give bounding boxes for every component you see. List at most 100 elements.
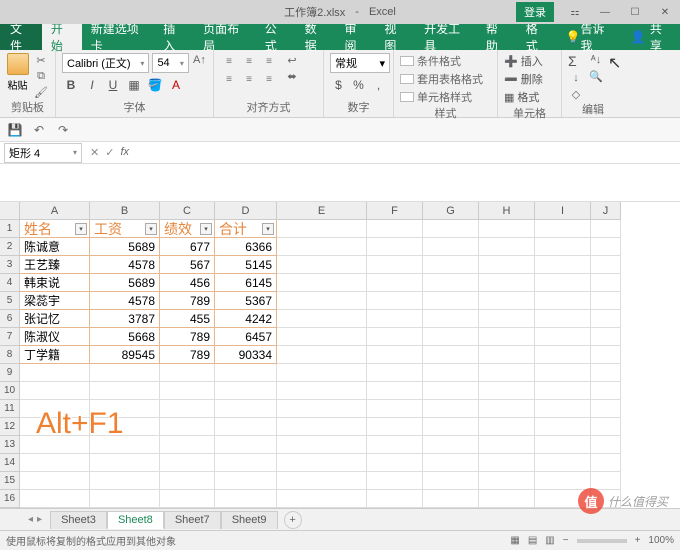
cell[interactable] xyxy=(90,418,160,436)
cell[interactable] xyxy=(423,310,479,328)
cell[interactable]: 789 xyxy=(160,292,215,310)
format-as-table-button[interactable]: 套用表格格式 xyxy=(400,71,491,87)
cell[interactable] xyxy=(20,490,90,508)
cell[interactable] xyxy=(479,274,535,292)
cell[interactable] xyxy=(591,238,621,256)
cell[interactable] xyxy=(277,400,367,418)
cell[interactable] xyxy=(535,436,591,454)
cell[interactable]: 6145 xyxy=(215,274,277,292)
col-header[interactable]: C xyxy=(160,202,215,220)
col-header[interactable]: I xyxy=(535,202,591,220)
row-header[interactable]: 10 xyxy=(0,382,20,400)
percent-icon[interactable]: % xyxy=(350,76,367,94)
menu-tab-insert[interactable]: 插入 xyxy=(154,24,194,50)
cell[interactable] xyxy=(215,400,277,418)
fx-icon[interactable]: fx xyxy=(120,146,129,159)
cell[interactable] xyxy=(367,472,423,490)
cell[interactable] xyxy=(535,256,591,274)
cell[interactable] xyxy=(367,490,423,508)
cell[interactable]: 5367 xyxy=(215,292,277,310)
cell[interactable] xyxy=(423,346,479,364)
cell[interactable]: 789 xyxy=(160,328,215,346)
cell[interactable] xyxy=(160,454,215,472)
cell[interactable] xyxy=(277,310,367,328)
row-header[interactable]: 2 xyxy=(0,238,20,256)
share-button[interactable]: 👤 共享 xyxy=(621,20,680,54)
cell[interactable] xyxy=(215,382,277,400)
sort-filter-icon[interactable]: ᴬ↓ xyxy=(588,53,604,67)
cell[interactable] xyxy=(535,220,591,238)
maximize-icon[interactable]: ☐ xyxy=(620,0,650,24)
menu-tab-help[interactable]: 帮助 xyxy=(477,24,517,50)
cell[interactable] xyxy=(277,274,367,292)
select-all-corner[interactable] xyxy=(0,202,20,220)
add-sheet-button[interactable]: + xyxy=(284,511,302,529)
cell[interactable]: 5145 xyxy=(215,256,277,274)
cell-styles-button[interactable]: 单元格样式 xyxy=(400,89,491,105)
col-header[interactable]: B xyxy=(90,202,160,220)
tab-nav-first-icon[interactable]: ◂ xyxy=(28,514,33,525)
row-header[interactable]: 4 xyxy=(0,274,20,292)
tab-nav-last-icon[interactable]: ▸ xyxy=(37,514,42,525)
row-header[interactable]: 6 xyxy=(0,310,20,328)
cell[interactable] xyxy=(591,418,621,436)
redo-icon[interactable]: ↷ xyxy=(54,121,72,139)
cell[interactable] xyxy=(535,400,591,418)
cell[interactable] xyxy=(277,472,367,490)
filter-dropdown-icon[interactable]: ▾ xyxy=(75,223,87,235)
cell[interactable] xyxy=(591,382,621,400)
cell[interactable]: 455 xyxy=(160,310,215,328)
cell[interactable] xyxy=(479,238,535,256)
menu-tab-view[interactable]: 视图 xyxy=(375,24,415,50)
sheet-tab[interactable]: Sheet8 xyxy=(107,511,164,529)
window-settings-icon[interactable]: ⚏ xyxy=(560,0,590,24)
cell[interactable] xyxy=(90,364,160,382)
cell[interactable] xyxy=(277,256,367,274)
zoom-slider[interactable] xyxy=(577,539,627,543)
wrap-text-icon[interactable]: ↩ xyxy=(284,53,300,67)
cell[interactable] xyxy=(591,454,621,472)
cell[interactable] xyxy=(479,382,535,400)
cell[interactable] xyxy=(423,454,479,472)
cell[interactable]: 89545 xyxy=(90,346,160,364)
view-page-icon[interactable]: ▤ xyxy=(528,535,537,546)
cell[interactable] xyxy=(535,382,591,400)
cell[interactable] xyxy=(215,418,277,436)
view-normal-icon[interactable]: ▦ xyxy=(510,535,519,546)
row-header[interactable]: 1 xyxy=(0,220,20,238)
cell[interactable] xyxy=(20,454,90,472)
cell[interactable] xyxy=(20,382,90,400)
alignment-buttons[interactable]: ≡≡≡≡≡≡ xyxy=(220,53,278,87)
cell[interactable] xyxy=(591,220,621,238)
copy-icon[interactable]: ⧉ xyxy=(33,69,49,83)
cell[interactable]: 5668 xyxy=(90,328,160,346)
menu-tab-tellme[interactable]: 💡 告诉我 xyxy=(557,24,621,50)
cell[interactable]: 4578 xyxy=(90,292,160,310)
cell[interactable]: 5689 xyxy=(90,238,160,256)
border-button[interactable]: ▦ xyxy=(125,76,143,94)
cell[interactable]: 6457 xyxy=(215,328,277,346)
cell[interactable] xyxy=(591,292,621,310)
font-color-button[interactable]: A xyxy=(167,76,185,94)
col-header[interactable]: E xyxy=(277,202,367,220)
cell[interactable] xyxy=(367,220,423,238)
cell[interactable] xyxy=(479,436,535,454)
insert-cells-button[interactable]: ➕插入 xyxy=(504,53,555,69)
cell[interactable] xyxy=(20,364,90,382)
cell[interactable] xyxy=(423,436,479,454)
spreadsheet-grid[interactable]: A B C D E F G H I J 1姓名▾工资▾绩效▾合计▾2陈诚意568… xyxy=(0,202,680,508)
cell[interactable] xyxy=(479,310,535,328)
cell[interactable]: 梁蕊宇 xyxy=(20,292,90,310)
menu-tab-formulas[interactable]: 公式 xyxy=(256,24,296,50)
cell[interactable] xyxy=(423,364,479,382)
undo-icon[interactable]: ↶ xyxy=(30,121,48,139)
menu-tab-newtab[interactable]: 新建选项卡 xyxy=(82,24,155,50)
cell[interactable] xyxy=(479,400,535,418)
cell[interactable]: 张记忆 xyxy=(20,310,90,328)
comma-icon[interactable]: , xyxy=(370,76,387,94)
cell[interactable] xyxy=(90,382,160,400)
fill-color-button[interactable]: 🪣 xyxy=(146,76,164,94)
row-header[interactable]: 14 xyxy=(0,454,20,472)
col-header[interactable]: J xyxy=(591,202,621,220)
cell[interactable] xyxy=(423,418,479,436)
